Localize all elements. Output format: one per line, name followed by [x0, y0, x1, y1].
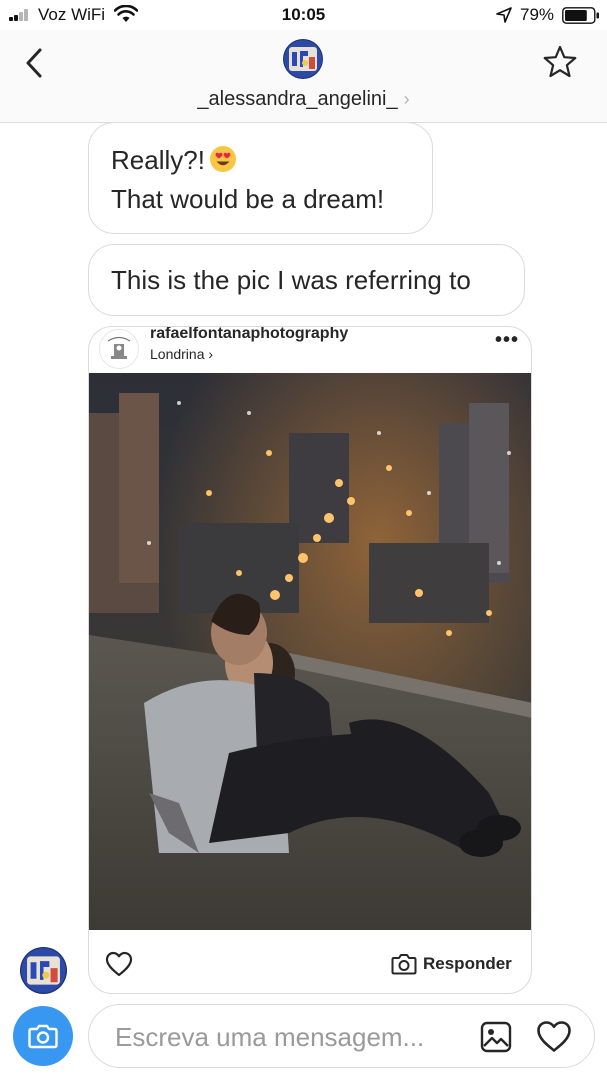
avatar-image — [283, 39, 323, 79]
battery-icon — [562, 7, 599, 24]
back-chevron-icon[interactable] — [20, 46, 50, 80]
post-location-label: Londrina — [150, 346, 205, 362]
shared-post[interactable]: rafaelfontanaphotography Londrina › ••• — [88, 326, 532, 994]
status-time: 10:05 — [281, 5, 326, 24]
post-location[interactable]: Londrina › — [150, 346, 213, 362]
message-bubble[interactable]: This is the pic I was referring to — [88, 244, 525, 316]
heart-icon[interactable] — [105, 951, 133, 977]
message-composer — [88, 1004, 595, 1068]
reply-label: Responder — [423, 954, 512, 973]
message-bubble[interactable]: Really?! That would be a dream! — [88, 122, 433, 234]
post-username[interactable]: rafaelfontanaphotography — [150, 327, 348, 343]
message-text: This is the pic I was referring to — [111, 265, 471, 295]
post-location-chevron: › — [208, 346, 214, 362]
status-bar: Voz WiFi 10:05 79% — [0, 0, 607, 30]
chat-header: _alessandra_angelini_ › — [0, 30, 607, 123]
message-line: Really?! — [111, 145, 205, 175]
avatar[interactable] — [283, 39, 323, 79]
more-icon[interactable]: ••• — [495, 329, 519, 352]
sender-avatar-image — [20, 947, 67, 994]
camera-button[interactable] — [13, 1006, 73, 1066]
star-icon[interactable] — [542, 44, 578, 80]
post-photo-image — [89, 373, 531, 930]
chat-username[interactable]: _alessandra_angelini_ › — [0, 88, 607, 111]
camera-icon — [28, 1024, 58, 1049]
heart-icon[interactable] — [536, 1020, 572, 1053]
location-arrow-icon — [496, 7, 512, 23]
heart-eyes-emoji — [209, 146, 236, 172]
username-chevron: › — [403, 89, 410, 109]
post-avatar[interactable] — [99, 329, 139, 369]
reply-button[interactable]: Responder — [391, 950, 512, 978]
gallery-icon[interactable] — [480, 1021, 512, 1053]
battery-percent: 79% — [520, 5, 555, 24]
post-avatar-logo — [100, 330, 138, 368]
camera-icon — [391, 954, 417, 975]
post-photo[interactable] — [89, 373, 531, 930]
message-input[interactable] — [113, 1017, 457, 1057]
sender-avatar[interactable] — [20, 947, 67, 994]
message-line: That would be a dream! — [111, 184, 385, 214]
username-label: _alessandra_angelini_ — [197, 88, 398, 110]
